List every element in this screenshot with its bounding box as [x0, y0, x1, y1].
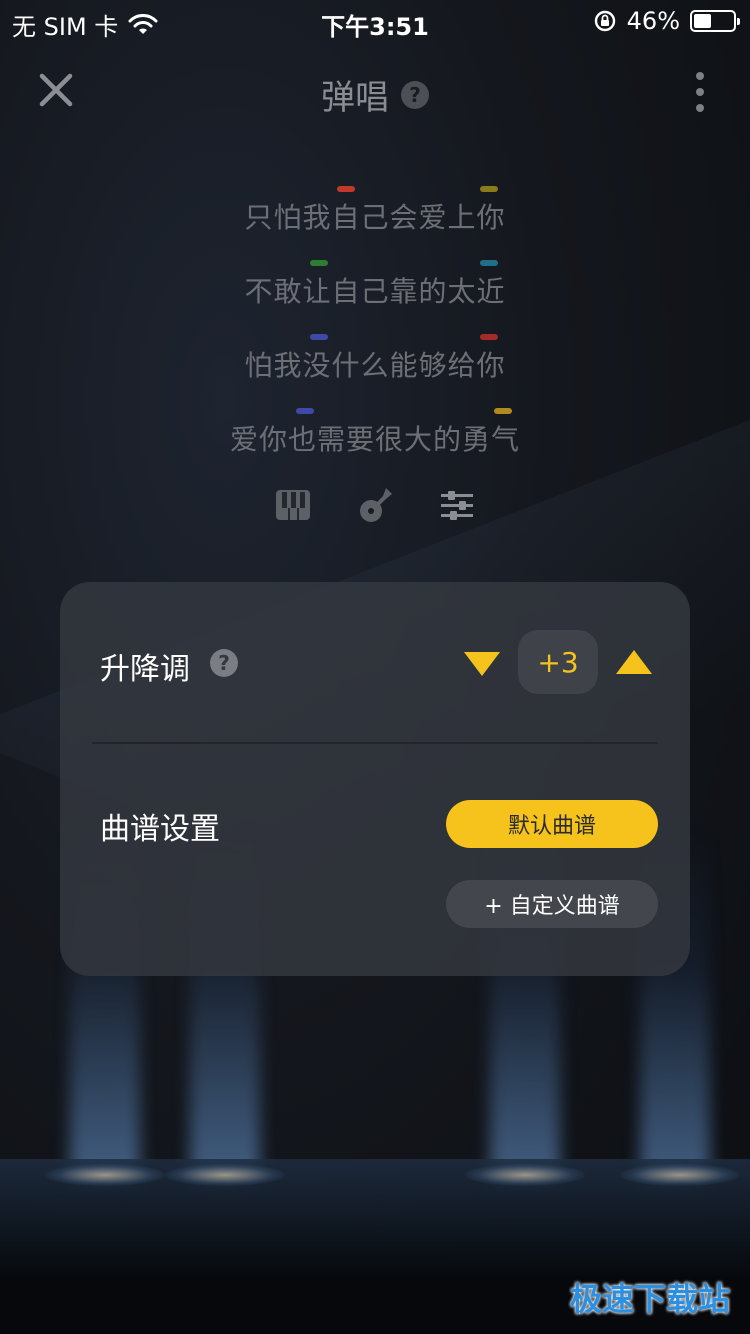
chord-marker	[310, 260, 328, 266]
battery-icon	[690, 10, 740, 32]
settings-panel: 升降调 ? +3 曲谱设置 默认曲谱 + 自定义曲谱	[60, 582, 690, 976]
chord-marker	[480, 260, 498, 266]
lyric-text: 怕我没什么能够给你	[244, 349, 506, 382]
score-settings-label: 曲谱设置	[100, 812, 220, 847]
more-dot	[696, 72, 704, 80]
divider	[92, 742, 658, 744]
mixer-icon[interactable]	[438, 484, 476, 526]
lyric-text: 只怕我自己会爱上你	[244, 201, 506, 234]
more-dot	[696, 104, 704, 112]
lyric-line: 只怕我自己会爱上你	[0, 178, 750, 252]
rotation-lock-icon	[594, 10, 615, 32]
more-vertical-icon[interactable]	[694, 72, 706, 112]
stage-glow	[620, 1164, 740, 1186]
guitar-icon[interactable]	[356, 484, 394, 526]
lyric-line: 怕我没什么能够给你	[0, 326, 750, 400]
stage-glow	[165, 1164, 285, 1186]
transpose-up-button[interactable]	[616, 650, 652, 674]
lyric-line: 不敢让自己靠的太近	[0, 252, 750, 326]
transpose-label: 升降调	[100, 652, 190, 687]
chord-marker	[494, 408, 512, 414]
lyrics-list: 只怕我自己会爱上你 不敢让自己靠的太近 怕我没什么能够给你 爱你也需要很大的勇气	[0, 178, 750, 474]
chord-marker	[337, 186, 355, 192]
instrument-toolbar	[0, 484, 750, 526]
custom-score-button[interactable]: + 自定义曲谱	[446, 880, 658, 928]
chord-marker	[310, 334, 328, 340]
more-dot	[696, 88, 704, 96]
transpose-value: +3	[518, 630, 598, 694]
header: 弹唱 ?	[0, 60, 750, 120]
lyric-text: 不敢让自己靠的太近	[244, 275, 506, 308]
page-title: 弹唱	[321, 78, 389, 118]
lyric-line: 爱你也需要很大的勇气	[0, 400, 750, 474]
chord-marker	[296, 408, 314, 414]
transpose-down-button[interactable]	[464, 652, 500, 676]
battery-level	[694, 14, 711, 28]
stage-glow	[45, 1164, 165, 1186]
default-score-button[interactable]: 默认曲谱	[446, 800, 658, 848]
stage-glow	[465, 1164, 585, 1186]
battery-percent: 46%	[626, 7, 680, 35]
status-bar: 无 SIM 卡 下午3:51 46%	[0, 0, 750, 44]
help-icon[interactable]: ?	[401, 80, 429, 109]
transpose-help-icon[interactable]: ?	[210, 649, 238, 677]
piano-icon[interactable]	[274, 484, 312, 526]
lyric-text: 爱你也需要很大的勇气	[229, 423, 520, 456]
chord-marker	[480, 334, 498, 340]
watermark-logo: 极速下载站	[569, 1280, 730, 1318]
chord-marker	[480, 186, 498, 192]
